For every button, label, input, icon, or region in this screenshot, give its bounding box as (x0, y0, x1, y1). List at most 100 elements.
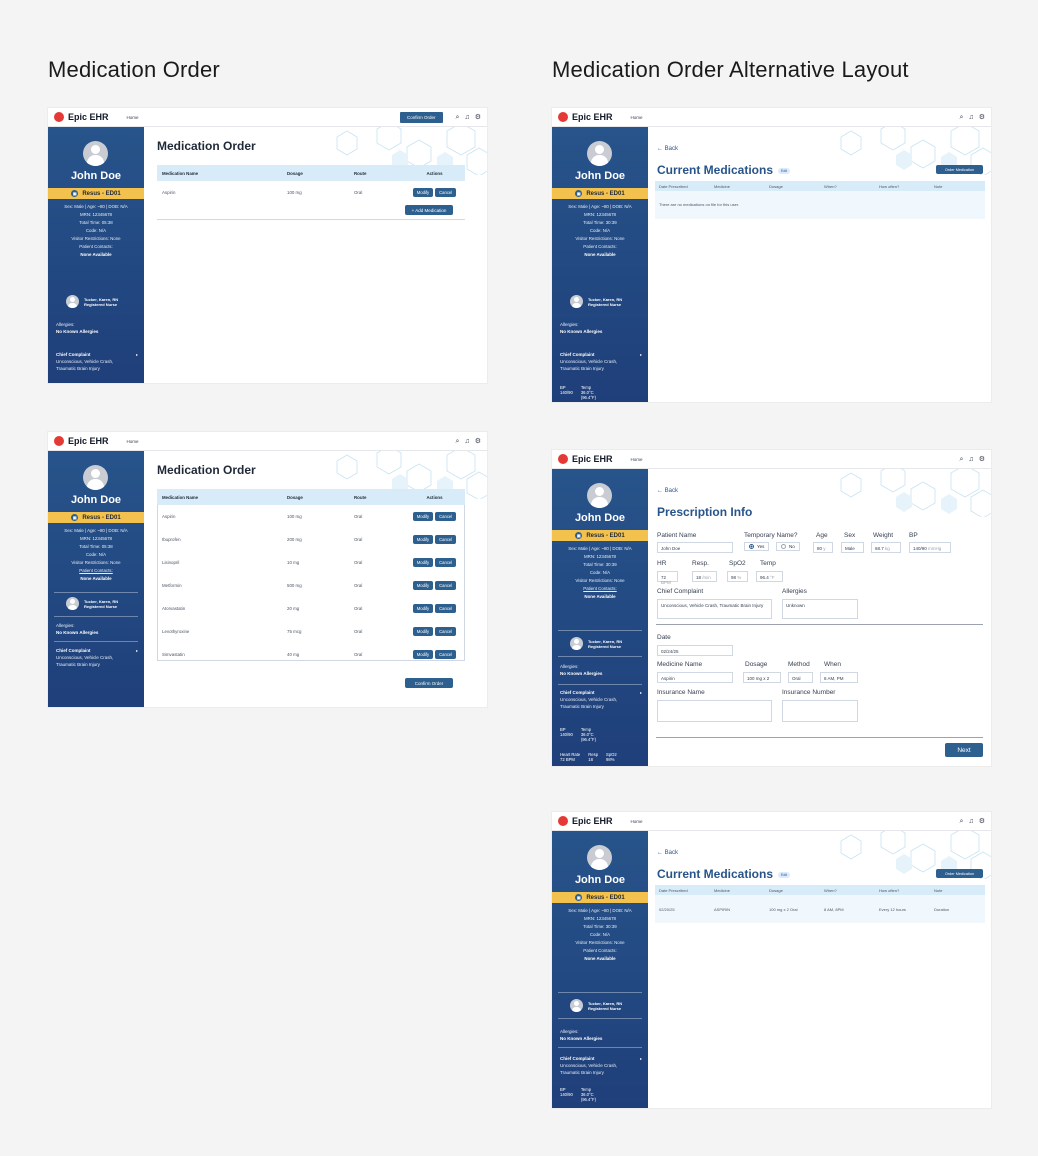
cancel-button[interactable]: Cancel (435, 650, 457, 659)
temp-name-no-radio[interactable]: No (776, 542, 800, 551)
patient-sidebar: John Doe ▣ Resus - ED01 Sex: Male | Age: … (48, 451, 144, 707)
home-link[interactable]: Home (127, 115, 139, 120)
next-button[interactable]: Next (945, 743, 983, 757)
temp-input[interactable]: 96.4 °F (756, 571, 783, 582)
medicine-name-input[interactable]: Aspirin (657, 672, 733, 683)
insurance-number-input[interactable] (782, 700, 858, 722)
chief-complaint[interactable]: Chief Complaint Unconscious, Vehicle Cras… (560, 351, 617, 372)
gear-icon[interactable]: ⚙ (475, 114, 481, 121)
modify-button[interactable]: Modify (412, 581, 434, 590)
when-label: When (824, 661, 841, 668)
when-input[interactable]: 8 AM, PM (820, 672, 858, 683)
order-medication-button[interactable]: Order Medication (936, 165, 983, 174)
frame-current-medications-empty: Epic EHR Home ⌕ ♫ ⚙ John Doe ▣ Resus - ED… (552, 108, 991, 402)
logo[interactable]: Epic EHR (572, 816, 613, 826)
date-input[interactable]: 02/24/25 (657, 645, 733, 656)
home-link[interactable]: Home (631, 457, 643, 462)
search-icon[interactable]: ⌕ (960, 114, 964, 121)
table-row: Levothyroxine 75 mcg Oral Modify Cancel (157, 620, 465, 643)
confirm-order-top-button[interactable]: Confirm Order (400, 111, 443, 123)
age-input[interactable]: 80 y (813, 542, 833, 553)
logo[interactable]: Epic EHR (68, 436, 109, 446)
confirm-order-button[interactable]: Confirm Order (405, 678, 453, 688)
search-icon[interactable]: ⌕ (456, 438, 460, 445)
spo2-label: SpO2 (729, 560, 746, 567)
col-date: Date Prescribed (659, 183, 688, 189)
temp-name-yes-radio[interactable]: Yes (744, 542, 770, 551)
method-input[interactable]: Oral (788, 672, 813, 683)
patient-name-input[interactable]: John Doe (657, 542, 733, 553)
back-link[interactable]: ← Back (657, 146, 678, 152)
bell-icon[interactable]: ♫ (968, 818, 973, 825)
bell-icon[interactable]: ♫ (464, 438, 469, 445)
logo[interactable]: Epic EHR (572, 454, 613, 464)
table-row[interactable]: 02/20/25 ASPIRIN 100 mg x 2 Oral 8 AM, 8… (655, 895, 985, 923)
modify-button[interactable]: Modify (412, 535, 434, 544)
chevron-right-icon[interactable]: ▸ (640, 690, 642, 695)
back-link[interactable]: ← Back (657, 488, 678, 494)
edit-button[interactable]: Edit (778, 167, 791, 174)
modify-button[interactable]: Modify (412, 604, 434, 613)
hr-input[interactable]: 72 BPM (657, 571, 678, 585)
allergies-input[interactable]: Unknown (782, 599, 858, 619)
chief-complaint[interactable]: Chief Complaint Unconscious, Vehicle Cras… (56, 351, 113, 372)
main-content: ← Back Current Medications Edit Order Med… (648, 127, 991, 402)
med-actions: Modify Cancel (404, 181, 465, 204)
bp-input[interactable]: 140/90 mmHg (909, 542, 951, 553)
weight-input[interactable]: 68.7 kg (871, 542, 901, 553)
med-route: Oral (354, 560, 363, 565)
col-medicine: Medicine (714, 183, 731, 189)
insurance-name-input[interactable] (657, 700, 772, 722)
cancel-button[interactable]: Cancel (435, 188, 457, 197)
modify-button[interactable]: Modify (412, 188, 434, 197)
chief-complaint-input[interactable]: Unconscious, Vehicle Crash, Traumatic Br… (657, 599, 772, 619)
patient-demographics: Sex: Male | Age: ~80 | DOB: N/A MRN: 123… (568, 908, 632, 961)
home-link[interactable]: Home (631, 115, 643, 120)
edit-button[interactable]: Edit (778, 871, 791, 878)
cancel-button[interactable]: Cancel (435, 535, 457, 544)
gear-icon[interactable]: ⚙ (979, 456, 985, 463)
divider (54, 616, 138, 617)
logo[interactable]: Epic EHR (572, 112, 613, 122)
modify-button[interactable]: Modify (412, 627, 434, 636)
gear-icon[interactable]: ⚙ (475, 438, 481, 445)
search-icon[interactable]: ⌕ (960, 456, 964, 463)
search-icon[interactable]: ⌕ (456, 114, 460, 121)
cancel-button[interactable]: Cancel (435, 512, 457, 521)
cancel-button[interactable]: Cancel (435, 627, 457, 636)
resp-input[interactable]: 18 /min (692, 571, 717, 582)
modify-button[interactable]: Modify (412, 512, 434, 521)
sex-input[interactable]: Male (841, 542, 864, 553)
cancel-button[interactable]: Cancel (435, 558, 457, 567)
chevron-right-icon[interactable]: ▸ (136, 352, 138, 357)
bell-icon[interactable]: ♫ (464, 114, 469, 121)
cancel-button[interactable]: Cancel (435, 604, 457, 613)
add-medication-button[interactable]: + Add Medication (405, 205, 453, 215)
bell-icon[interactable]: ♫ (968, 456, 973, 463)
gear-icon[interactable]: ⚙ (979, 114, 985, 121)
home-link[interactable]: Home (631, 819, 643, 824)
dosage-input[interactable]: 100 mg x 2 (743, 672, 781, 683)
location-badge: ▣ Resus - ED01 (48, 188, 144, 199)
logo[interactable]: Epic EHR (68, 112, 109, 122)
chief-complaint[interactable]: Chief Complaint Unconscious, Vehicle Cras… (560, 689, 617, 710)
back-link[interactable]: ← Back (657, 850, 678, 856)
home-link[interactable]: Home (127, 439, 139, 444)
order-medication-button[interactable]: Order Medication (936, 869, 983, 878)
chief-complaint[interactable]: Chief Complaint Unconscious, Vehicle Cras… (560, 1055, 617, 1076)
bell-icon[interactable]: ♫ (968, 114, 973, 121)
chevron-right-icon[interactable]: ▸ (136, 648, 138, 653)
search-icon[interactable]: ⌕ (960, 818, 964, 825)
chevron-right-icon[interactable]: ▸ (640, 352, 642, 357)
chevron-right-icon[interactable]: ▸ (640, 1056, 642, 1061)
med-actions: Modify Cancel (404, 597, 465, 620)
spo2-input[interactable]: 98 % (727, 571, 748, 582)
modify-button[interactable]: Modify (412, 558, 434, 567)
table-row: Metformin 500 mg Oral Modify Cancel (157, 574, 465, 597)
gear-icon[interactable]: ⚙ (979, 818, 985, 825)
chief-complaint[interactable]: Chief Complaint Unconscious, Vehicle Cras… (56, 647, 113, 668)
col-when: When? (824, 887, 837, 893)
avatar (83, 141, 108, 166)
cancel-button[interactable]: Cancel (435, 581, 457, 590)
modify-button[interactable]: Modify (412, 650, 434, 659)
